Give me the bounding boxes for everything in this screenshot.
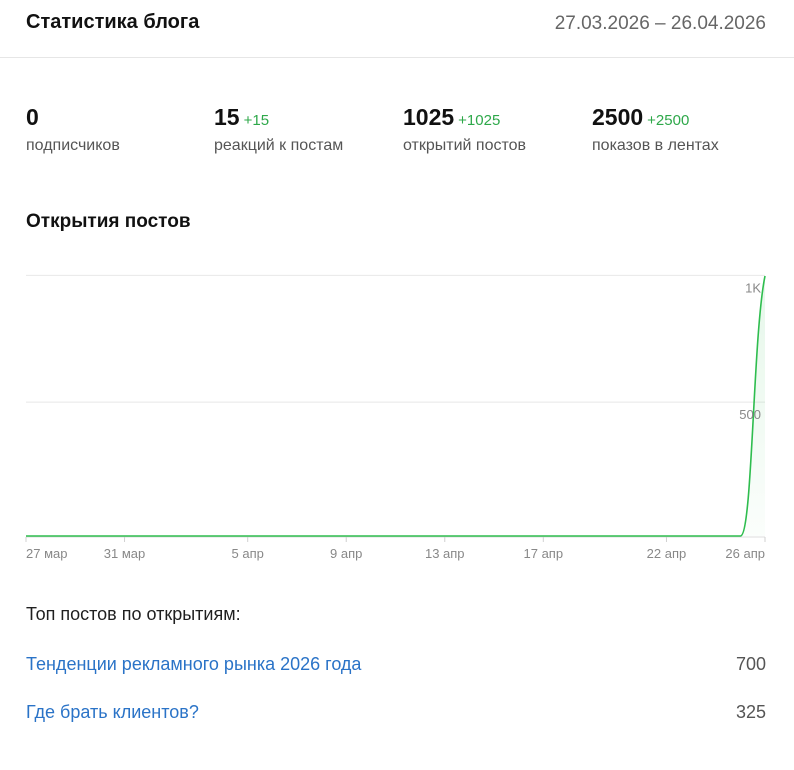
chart-title: Открытия постов <box>26 211 191 232</box>
date-range-selector[interactable]: 27.03.2026 – 26.04.2026 <box>555 13 766 35</box>
stat-value: 1025 <box>403 104 455 130</box>
stat-delta: +2500 <box>647 112 690 129</box>
x-tick-label: 13 апр <box>425 546 465 561</box>
x-tick-label: 31 мар <box>104 546 145 561</box>
y-tick-label: 500 <box>739 407 761 422</box>
x-tick-label: 26 апр <box>725 546 765 561</box>
stat-value: 2500 <box>592 104 644 130</box>
stat-label: показов в лентах <box>592 137 719 154</box>
post-link[interactable]: Тенденции рекламного рынка 2026 года <box>26 654 361 675</box>
header: Статистика блога 27.03.2026 – 26.04.2026 <box>0 0 794 58</box>
series-area <box>26 276 765 536</box>
post-opens-chart: 1K 500 27 мар 31 мар 5 апр 9 апр 13 апр 17 апр… <box>25 274 766 561</box>
list-item: Тенденции рекламного рынка 2026 года 700 <box>26 654 766 680</box>
list-item: Где брать клиентов? 325 <box>26 702 766 728</box>
stat-label: подписчиков <box>26 137 120 154</box>
stat-value: 15 <box>214 104 240 130</box>
x-tick-label: 9 апр <box>330 546 362 561</box>
post-open-count: 700 <box>735 654 766 674</box>
stat-feed-impressions: 2500 +2500 показов в лентах <box>592 104 719 155</box>
stat-delta: +15 <box>243 112 270 129</box>
stat-reactions: 15 +15 реакций к постам <box>214 104 343 155</box>
y-tick-label: 1K <box>745 280 761 295</box>
x-tick-label: 17 апр <box>524 546 564 561</box>
stat-delta: +1025 <box>458 112 501 129</box>
post-open-count: 325 <box>735 702 766 722</box>
x-tick-label: 5 апр <box>232 546 264 561</box>
series-line <box>26 275 766 537</box>
stat-subscribers: 0 подписчиков <box>26 104 120 155</box>
stat-label: реакций к постам <box>214 137 344 154</box>
x-tick-label: 22 апр <box>647 546 687 561</box>
top-posts-title: Топ постов по открытиям: <box>26 604 241 624</box>
stat-value: 0 <box>26 104 39 130</box>
x-tick-label: 27 мар <box>26 546 67 561</box>
post-link[interactable]: Где брать клиентов? <box>26 702 199 723</box>
stat-post-opens: 1025 +1025 открытий постов <box>403 104 526 155</box>
stat-label: открытий постов <box>403 137 527 154</box>
page-title: Статистика блога <box>26 11 200 33</box>
